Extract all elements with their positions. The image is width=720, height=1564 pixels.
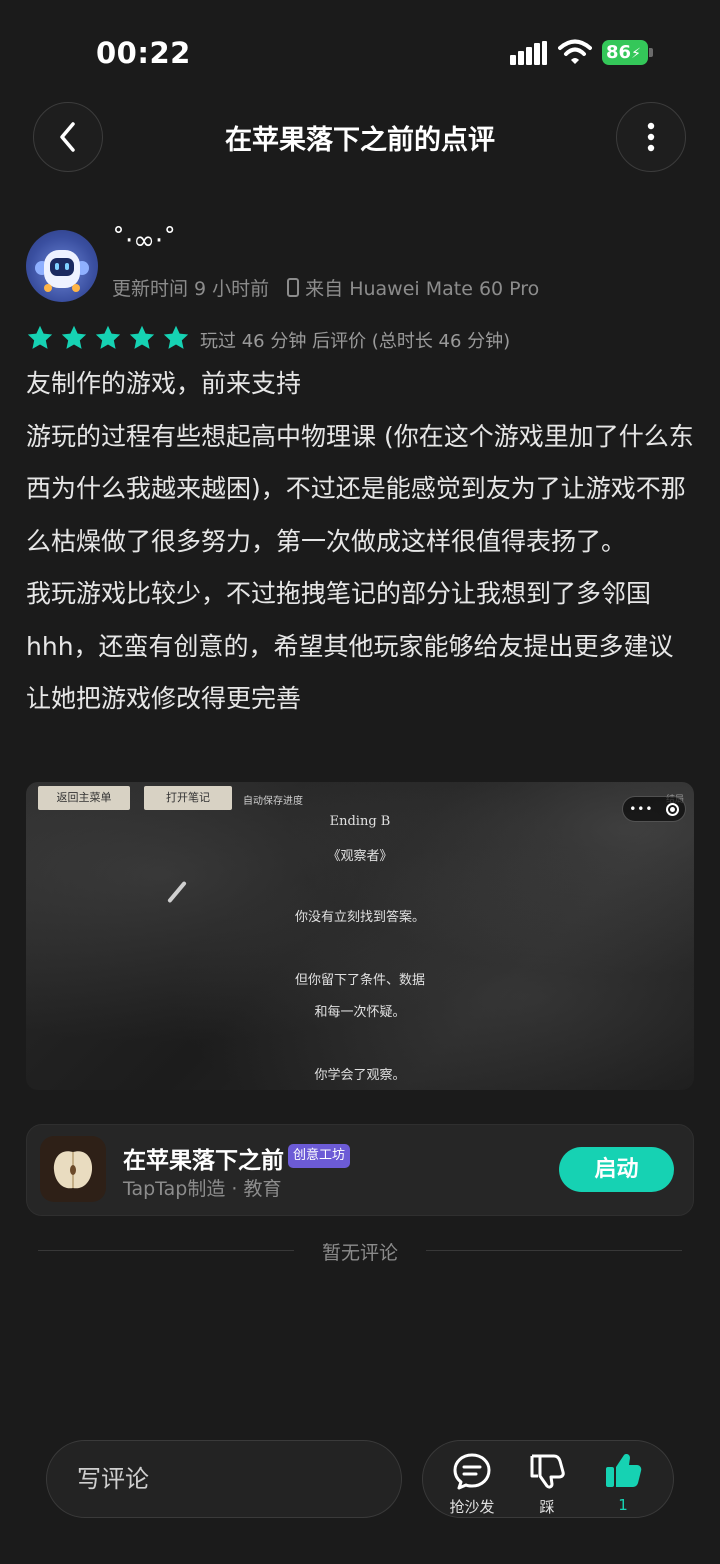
sofa-label: 抢沙发 — [449, 1498, 495, 1516]
ending-label: Ending B — [329, 814, 391, 829]
comment-bubble-icon — [453, 1453, 491, 1490]
phone-icon — [287, 278, 300, 297]
review-paragraph: 友制作的游戏，前来支持 — [26, 369, 302, 398]
ending-line: 你学会了观察。 — [314, 1068, 406, 1083]
status-time: 00:22 — [96, 36, 191, 70]
dislike-label: 踩 — [539, 1498, 555, 1516]
ending-line: 你没有立刻找到答案。 — [294, 910, 425, 925]
launch-button[interactable]: 启动 — [559, 1147, 674, 1192]
cellular-signal-icon — [510, 41, 548, 65]
review-body: 友制作的游戏，前来支持 游玩的过程有些想起高中物理课 (你在这个游戏里加了什么东… — [26, 358, 698, 726]
game-name[interactable]: 在苹果落下之前 — [123, 1141, 284, 1175]
thumbs-up-icon — [606, 1454, 642, 1487]
divider — [426, 1250, 682, 1251]
avatar[interactable] — [26, 230, 98, 302]
game-icon[interactable] — [40, 1136, 106, 1202]
update-time: 更新时间 9 小时前 — [112, 278, 270, 300]
device-info: 来自 Huawei Mate 60 Pro — [305, 278, 540, 300]
play-time-info: 玩过 46 分钟 后评价 (总时长 46 分钟) — [200, 331, 511, 352]
star-icon — [129, 325, 155, 349]
star-icon — [163, 325, 189, 349]
dislike-button[interactable]: 踩 — [512, 1452, 582, 1517]
review-meta: 更新时间 9 小时前 来自 Huawei Mate 60 Pro — [112, 274, 539, 301]
thumbs-down-icon — [530, 1454, 565, 1489]
wifi-icon — [558, 38, 592, 66]
review-paragraph: 我玩游戏比较少，不过拖拽笔记的部分让我想到了多邻国 hhh，还蛮有创意的，希望其… — [26, 579, 674, 713]
write-comment-input[interactable]: 写评论 — [46, 1440, 402, 1518]
main-menu-button: 返回主菜单 — [38, 786, 130, 810]
game-subtitle: TapTap制造 · 教育 — [123, 1178, 282, 1200]
sofa-button[interactable]: 抢沙发 — [437, 1452, 507, 1517]
star-icon — [95, 325, 121, 349]
battery-indicator: 86⚡ — [602, 40, 648, 65]
workshop-badge: 创意工坊 — [288, 1144, 351, 1168]
battery-tip — [649, 48, 653, 57]
page-title: 在苹果落下之前的点评 — [225, 125, 495, 156]
rating-stars — [26, 324, 190, 352]
star-icon — [61, 325, 87, 349]
ending-line: 和每一次怀疑。 — [314, 1005, 406, 1020]
ending-line: 但你留下了条件、数据 — [294, 973, 425, 988]
username[interactable]: ˚·∞·˚ — [112, 226, 176, 256]
open-notes-button: 打开笔记 — [144, 786, 232, 810]
review-paragraph: 游玩的过程有些想起高中物理课 (你在这个游戏里加了什么东西为什么我越来越困)，不… — [26, 421, 694, 556]
no-comments-label: 暂无评论 — [321, 1242, 398, 1264]
like-button[interactable]: 1 — [588, 1452, 658, 1514]
star-icon — [27, 325, 53, 349]
vertical-dots-icon — [647, 122, 655, 152]
apple-half-icon — [53, 1151, 93, 1189]
ending-title: 《观察者》 — [327, 849, 393, 864]
more-button[interactable] — [616, 102, 686, 172]
chalk-decoration — [167, 880, 187, 904]
autosave-label: 自动保存进度 — [243, 796, 303, 807]
review-screenshot[interactable]: 返回主菜单 打开笔记 自动保存进度 结局 ••• Ending B 《观察者》 … — [26, 782, 694, 1090]
like-count: 1 — [618, 1496, 628, 1514]
